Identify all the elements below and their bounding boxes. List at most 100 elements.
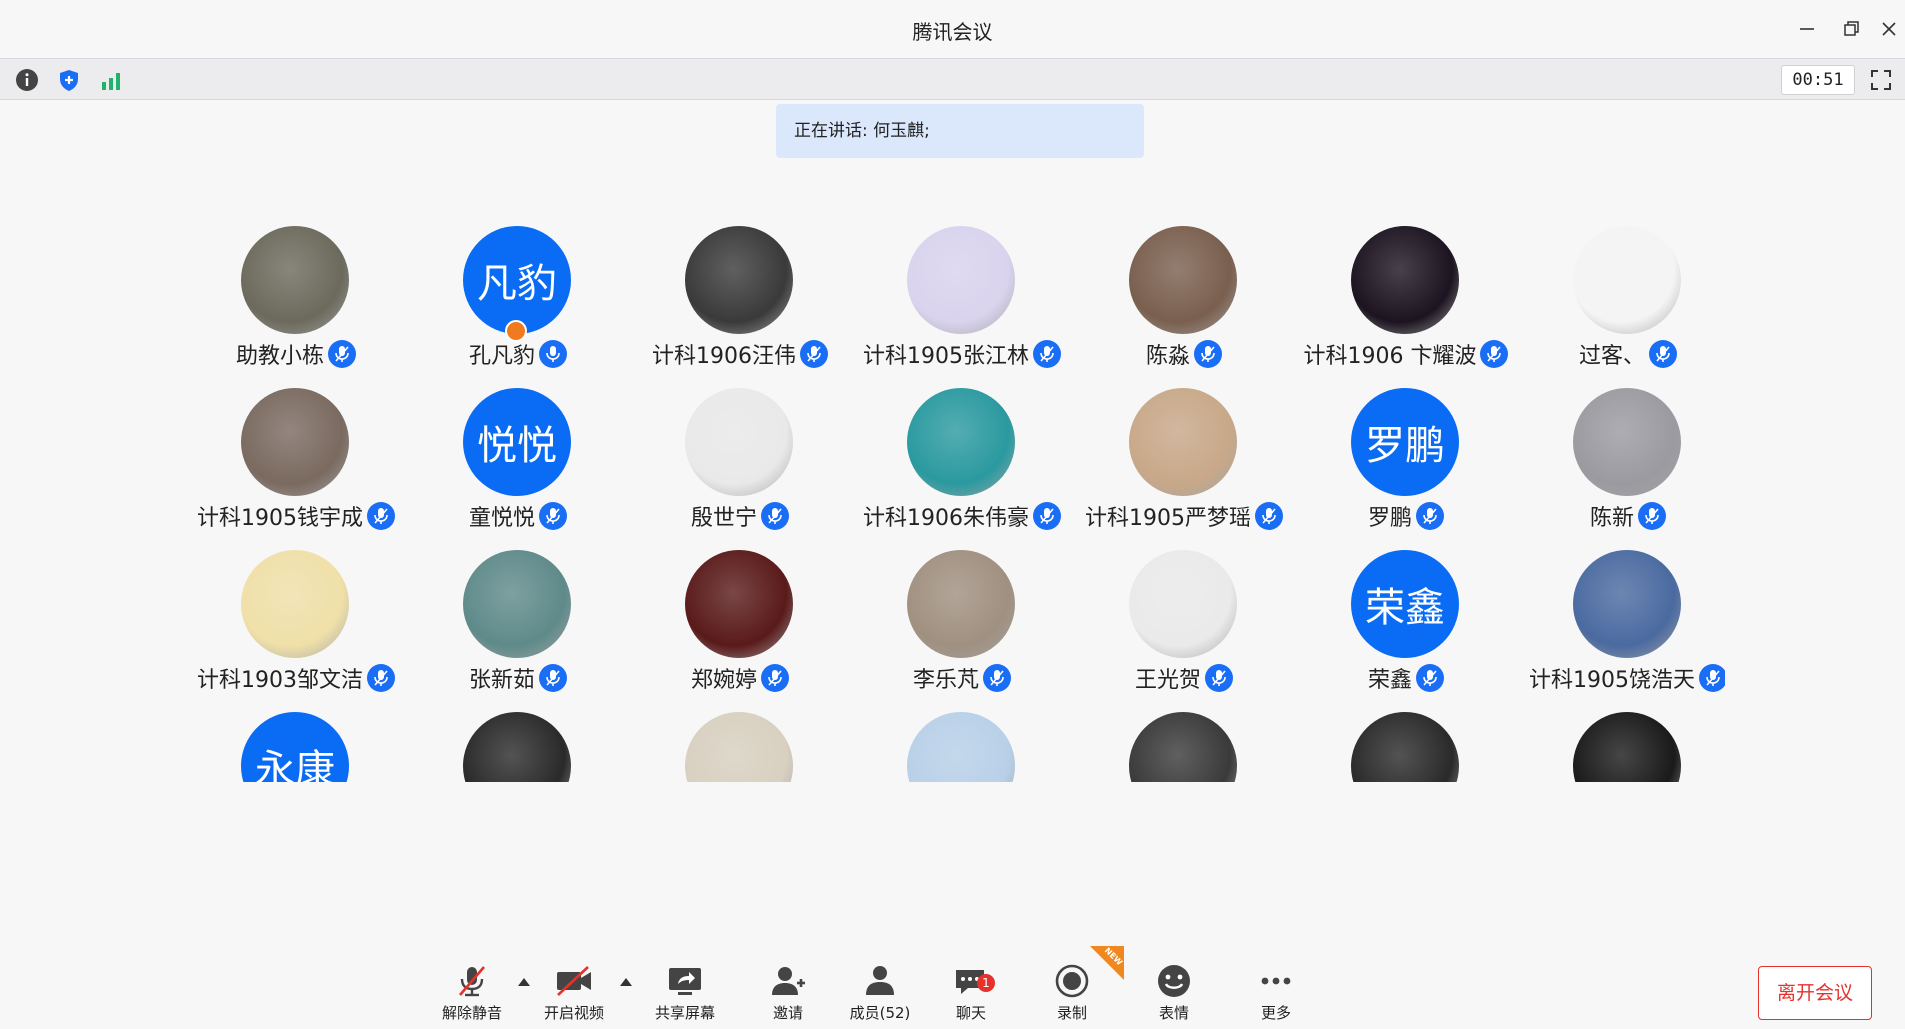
chat-label: 聊天 (955, 1004, 986, 1022)
participant-tile[interactable]: 陈新 (1517, 384, 1725, 544)
participant-tile[interactable] (407, 708, 629, 782)
fullscreen-button[interactable] (1867, 66, 1895, 94)
start-video-button[interactable]: 开启视频 (534, 964, 614, 1026)
participant-tile[interactable]: 计科1906朱伟豪 (851, 384, 1073, 544)
participant-tile[interactable]: 悦悦 童悦悦 (407, 384, 629, 544)
minimize-icon (1800, 28, 1814, 30)
chat-unread-badge: 1 (977, 974, 995, 992)
participant-name-row: 计科1905张江林 (851, 338, 1073, 370)
participant-name: 过客、 (1578, 344, 1645, 369)
participant-name-row: 计科1906汪伟 (629, 338, 851, 370)
participant-avatar (241, 226, 349, 334)
more-button[interactable]: 更多 (1236, 964, 1316, 1026)
invite-label: 邀请 (772, 1004, 803, 1022)
meeting-info-button[interactable] (14, 67, 40, 93)
participant-avatar (907, 712, 1015, 782)
mic-status-icon (983, 664, 1011, 692)
leave-meeting-button[interactable]: 离开会议 (1758, 966, 1872, 1020)
add-user-icon (772, 967, 805, 995)
participant-name-row: 计科1906 卞耀波 (1295, 338, 1517, 370)
mic-status-icon (1416, 502, 1444, 530)
mic-status-icon (367, 502, 395, 530)
participant-tile[interactable]: 张新茹 (407, 546, 629, 706)
participant-avatar (685, 226, 793, 334)
participant-avatar (1129, 550, 1237, 658)
security-button[interactable] (56, 67, 82, 93)
reactions-label: 表情 (1158, 1004, 1189, 1022)
participant-name: 助教小栋 (235, 344, 324, 369)
participant-name-row: 计科1903邹文洁 (185, 662, 407, 694)
mic-muted-icon (459, 966, 485, 997)
mic-status-icon (367, 664, 395, 692)
mic-status-icon (539, 502, 567, 530)
participant-name-row: 童悦悦 (407, 500, 629, 532)
participant-name: 殷世宁 (690, 506, 757, 531)
participant-name-row: 计科1906朱伟豪 (851, 500, 1073, 532)
participant-avatar (685, 388, 793, 496)
bottom-toolbar: 解除静音 开启视频 共享屏幕 邀请 成员(52) 1 聊天 NEW 录制 表情 … (0, 946, 1905, 1029)
participant-tile[interactable]: 罗鹏 罗鹏 (1295, 384, 1517, 544)
participant-avatar: 荣鑫 (1351, 550, 1459, 658)
participant-tile[interactable] (1073, 708, 1295, 782)
participant-tile[interactable]: 永康 (185, 708, 407, 782)
more-label: 更多 (1260, 1004, 1291, 1022)
participant-name: 计科1905饶浩天 (1529, 668, 1695, 693)
participant-tile[interactable]: 王光贺 (1073, 546, 1295, 706)
mic-status-icon (1699, 664, 1725, 692)
participant-name-row: 陈新 (1517, 500, 1725, 532)
participant-avatar (907, 226, 1015, 334)
video-options-caret[interactable] (620, 978, 632, 986)
participant-tile[interactable]: 计科1906 卞耀波 (1295, 222, 1517, 382)
mic-status-icon (761, 502, 789, 530)
minimize-button[interactable] (1790, 12, 1824, 46)
participant-tile[interactable]: 荣鑫 荣鑫 (1295, 546, 1517, 706)
restore-button[interactable] (1834, 12, 1868, 46)
participant-tile[interactable] (629, 708, 851, 782)
mic-status-icon (1033, 502, 1061, 530)
participant-tile[interactable]: 过客、 (1517, 222, 1725, 382)
members-button[interactable]: 成员(52) (840, 964, 920, 1026)
participant-tile[interactable] (1517, 708, 1725, 782)
participant-tile[interactable]: 凡豹 孔凡豹 (407, 222, 629, 382)
participant-name: 计科1905钱宇成 (197, 506, 363, 531)
mic-status-icon (539, 340, 567, 368)
participant-tile[interactable]: 李乐芃 (851, 546, 1073, 706)
participant-name-row: 罗鹏 (1295, 500, 1517, 532)
participant-avatar (463, 712, 571, 782)
participant-name: 荣鑫 (1367, 668, 1412, 693)
unmute-button[interactable]: 解除静音 (432, 964, 512, 1026)
participant-avatar (463, 550, 571, 658)
participant-tile[interactable]: 殷世宁 (629, 384, 851, 544)
participant-tile[interactable]: 陈淼 (1073, 222, 1295, 382)
signal-bars-icon (102, 73, 120, 90)
participant-tile[interactable]: 计科1905严梦瑶 (1073, 384, 1295, 544)
invite-button[interactable]: 邀请 (748, 964, 828, 1026)
participant-tile[interactable]: 助教小栋 (185, 222, 407, 382)
share-screen-button[interactable]: 共享屏幕 (645, 964, 725, 1026)
record-label: 录制 (1056, 1004, 1087, 1022)
participant-tile[interactable]: 计科1906汪伟 (629, 222, 851, 382)
reactions-button[interactable]: 表情 (1134, 964, 1214, 1026)
participant-name-row: 郑婉婷 (629, 662, 851, 694)
participant-name-row: 过客、 (1517, 338, 1725, 370)
participant-tile[interactable]: 郑婉婷 (629, 546, 851, 706)
participant-name-row: 陈淼 (1073, 338, 1295, 370)
participant-name-row: 殷世宁 (629, 500, 851, 532)
participant-tile[interactable]: 计科1905张江林 (851, 222, 1073, 382)
active-speaker-banner: 正在讲话: 何玉麒; (776, 104, 1144, 158)
emoji-icon (1158, 965, 1190, 997)
participant-tile[interactable] (851, 708, 1073, 782)
participant-tile[interactable]: 计科1903邹文洁 (185, 546, 407, 706)
participant-tile[interactable]: 计科1905钱宇成 (185, 384, 407, 544)
audio-options-caret[interactable] (518, 978, 530, 986)
participant-name: 张新茹 (468, 668, 535, 693)
network-status-button[interactable] (98, 67, 124, 93)
record-button[interactable]: 录制 (1032, 964, 1112, 1026)
participant-tile[interactable] (1295, 708, 1517, 782)
shield-icon (60, 70, 78, 91)
participant-tile[interactable]: 计科1905饶浩天 (1517, 546, 1725, 706)
chat-button[interactable]: 1 聊天 (931, 964, 1011, 1026)
close-button[interactable] (1872, 12, 1905, 46)
participant-name-row: 孔凡豹 (407, 338, 629, 370)
fullscreen-icon (1871, 70, 1891, 90)
